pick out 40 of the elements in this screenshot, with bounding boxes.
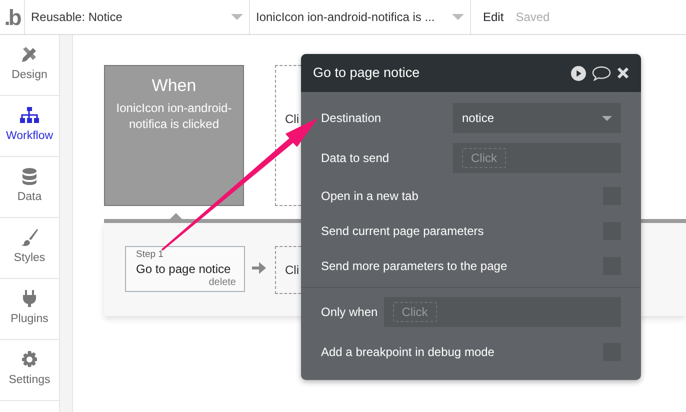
sidebar-tab[interactable]: Design (0, 35, 59, 96)
field-label: Data to send (321, 150, 390, 167)
play-icon[interactable] (571, 66, 586, 80)
checkbox-label: Send current page parameters (321, 222, 484, 240)
comment-icon[interactable] (592, 66, 611, 80)
sidebar-tab[interactable]: Styles (0, 218, 59, 279)
panel-title: Go to page notice (313, 64, 420, 82)
database-icon (20, 167, 39, 186)
event-heading: When (150, 76, 198, 96)
step-action: Go to page notice (136, 261, 232, 277)
brush-icon (20, 228, 39, 246)
checkbox-label: Add a breakpoint in debug mode (321, 344, 494, 361)
step-label: Step 1 (136, 249, 164, 261)
step-card[interactable]: Step 1 Go to page notice delete (125, 246, 245, 292)
event-description: IonicIcon ion-android-notifica is clicked (115, 100, 233, 132)
arrow-right-icon (252, 262, 266, 274)
sidebar-tab[interactable]: Settings (0, 340, 59, 401)
pencil-ruler-icon (20, 45, 39, 64)
close-icon[interactable] (617, 67, 629, 79)
checkbox-label: Open in a new tab (321, 188, 418, 204)
field-label: Only when (321, 304, 378, 321)
sidebar-tab[interactable]: Data (0, 157, 59, 218)
caret-icon (452, 14, 464, 20)
sidebar-tab[interactable]: Plugins (0, 279, 59, 340)
caret-icon (602, 116, 612, 120)
save-status: Saved (516, 9, 550, 26)
sitemap-icon (20, 106, 39, 124)
caret-icon (231, 14, 243, 20)
page-dropdown[interactable]: Reusable: Notice (25, 0, 250, 34)
field-label: Destination (321, 110, 382, 127)
delete-link[interactable]: delete (136, 277, 236, 289)
checkbox-label: Send more parameters to the page (321, 258, 508, 274)
event-dropdown[interactable]: IonicIcon ion-android-notifica is ... (250, 0, 471, 34)
gear-icon (20, 350, 39, 368)
destination-dropdown[interactable]: notice (453, 103, 621, 133)
logo[interactable]: .b (0, 0, 25, 34)
plug-icon (20, 289, 39, 308)
sidebar-tab[interactable]: Workflow (0, 96, 59, 157)
edit-link[interactable]: Edit (483, 0, 504, 34)
pointer-notch (169, 213, 183, 220)
